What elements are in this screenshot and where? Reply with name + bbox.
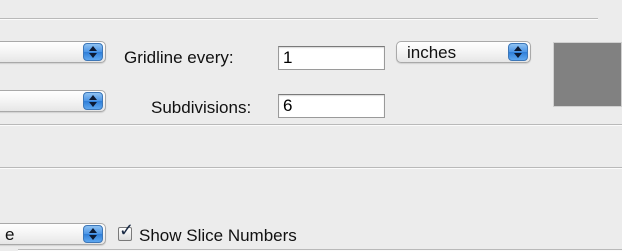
gridline-color-popup[interactable]: [0, 41, 106, 63]
slice-line-color-popup[interactable]: e: [0, 223, 106, 245]
grid-color-swatch[interactable]: [553, 42, 622, 107]
popup-arrows-icon: [83, 225, 103, 243]
popup-arrows-icon: [83, 43, 103, 61]
checkmark-icon: ✓: [119, 220, 135, 240]
show-slice-numbers-label[interactable]: Show Slice Numbers: [139, 225, 297, 247]
slice-line-color-value: e: [5, 225, 15, 244]
top-divider: [0, 18, 598, 20]
units-popup[interactable]: inches: [396, 41, 531, 63]
show-slice-numbers-checkbox[interactable]: ✓: [118, 221, 134, 241]
subdivisions-label: Subdivisions:: [151, 98, 252, 117]
gridline-every-label: Gridline every:: [124, 48, 234, 67]
gridline-every-field[interactable]: [278, 46, 385, 70]
grid-style-popup[interactable]: [0, 90, 106, 112]
popup-arrows-icon: [83, 92, 103, 110]
section-divider-1: [0, 124, 622, 126]
section-divider-2: [0, 167, 622, 169]
popup-arrows-icon: [508, 43, 528, 61]
subdivisions-field[interactable]: [278, 94, 385, 118]
units-value: inches: [407, 43, 457, 62]
